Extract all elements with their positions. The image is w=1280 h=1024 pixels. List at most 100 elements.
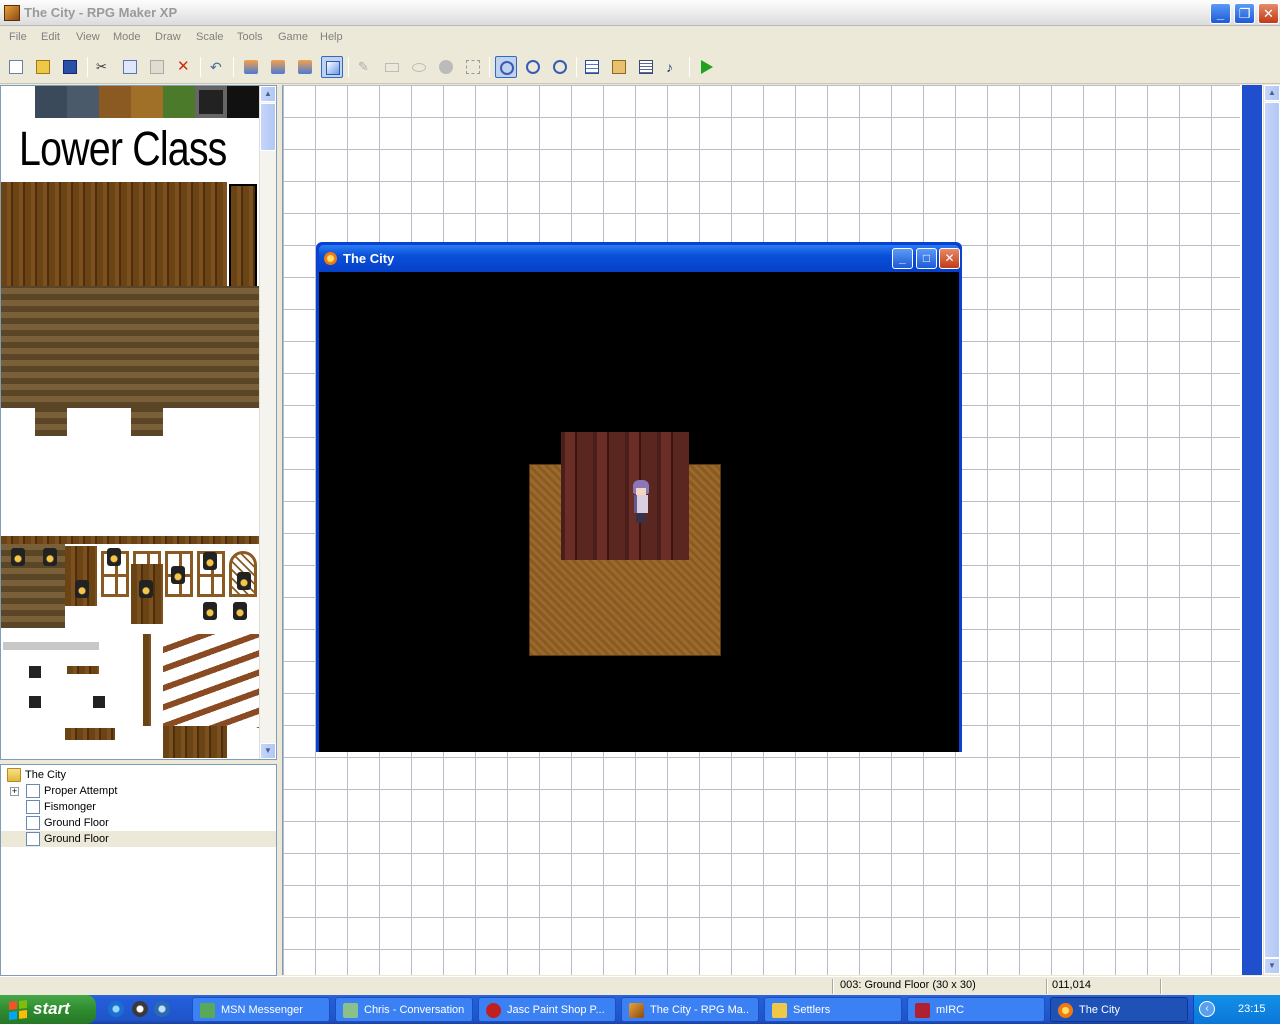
scroll-thumb[interactable] — [1264, 102, 1280, 958]
task-jasc-paint-shop[interactable]: Jasc Paint Shop P... — [478, 997, 616, 1022]
database-icon[interactable] — [581, 56, 603, 78]
tileset-scrollbar[interactable]: ▲ ▼ — [259, 86, 276, 759]
task-rpg-maker[interactable]: The City - RPG Ma... — [621, 997, 759, 1022]
autotile-strip[interactable] — [35, 86, 259, 118]
task-settlers[interactable]: Settlers — [764, 997, 902, 1022]
menu-view[interactable]: View — [76, 31, 100, 43]
autotile[interactable] — [131, 86, 163, 118]
beam-frame-tile[interactable] — [163, 634, 259, 728]
tree-item-map[interactable]: + Proper Attempt — [1, 783, 276, 799]
events-icon[interactable] — [321, 56, 343, 78]
msn-icon — [200, 1003, 215, 1018]
tree-item-map-selected[interactable]: Ground Floor — [1, 831, 276, 847]
autotile[interactable] — [99, 86, 131, 118]
tileset-panel[interactable]: Lower Class ▲ ▼ — [0, 85, 277, 760]
zoom-2x-icon[interactable] — [522, 56, 544, 78]
minimize-button[interactable]: _ — [1210, 3, 1231, 24]
task-msn-messenger[interactable]: MSN Messenger — [192, 997, 330, 1022]
menu-scale[interactable]: Scale — [196, 31, 224, 43]
status-divider — [1160, 979, 1162, 994]
map-scrollbar-area[interactable]: ▲ ▼ — [1240, 85, 1280, 975]
materialbase-icon[interactable] — [608, 56, 630, 78]
new-icon[interactable] — [5, 56, 27, 78]
menu-mode[interactable]: Mode — [113, 31, 141, 43]
scroll-down-button[interactable]: ▼ — [260, 743, 276, 759]
delete-icon[interactable]: ✕ — [173, 56, 195, 78]
beam-tile[interactable] — [65, 728, 115, 740]
media-player-icon[interactable] — [132, 1001, 148, 1017]
autotile[interactable] — [163, 86, 195, 118]
autotile[interactable] — [67, 86, 99, 118]
script-editor-icon[interactable] — [635, 56, 657, 78]
pencil-icon[interactable]: ✎ — [354, 56, 376, 78]
expand-icon[interactable]: + — [10, 787, 19, 796]
quick-launch-icon[interactable] — [154, 1001, 170, 1017]
save-icon[interactable] — [59, 56, 81, 78]
stone-wall-tiles[interactable] — [1, 286, 259, 408]
beam-tile[interactable] — [131, 536, 259, 544]
maximize-button[interactable]: ❐ — [1234, 3, 1255, 24]
layer2-icon[interactable] — [267, 56, 289, 78]
beam-tile[interactable] — [1, 536, 131, 544]
lamp-icon — [203, 552, 217, 570]
autotile[interactable] — [35, 86, 67, 118]
internet-explorer-icon[interactable] — [108, 1001, 124, 1017]
menu-game[interactable]: Game — [278, 31, 308, 43]
menu-help[interactable]: Help — [320, 31, 343, 43]
wood-wall-tiles[interactable] — [1, 182, 227, 296]
layer3-icon[interactable] — [294, 56, 316, 78]
menu-tools[interactable]: Tools — [237, 31, 263, 43]
tree-root[interactable]: The City — [1, 767, 276, 783]
ledge-tile[interactable] — [3, 642, 99, 650]
hole-tile[interactable] — [29, 666, 41, 678]
task-the-city[interactable]: The City — [1050, 997, 1188, 1022]
scroll-down-button[interactable]: ▼ — [1264, 958, 1280, 974]
autotile[interactable] — [227, 86, 259, 118]
task-label: The City — [1079, 1004, 1120, 1016]
playtest-window[interactable]: The City _ □ ✕ — [316, 242, 962, 752]
autotile[interactable] — [195, 86, 227, 118]
map-icon — [26, 832, 40, 846]
hole-tile[interactable] — [29, 696, 41, 708]
ellipse-icon[interactable] — [408, 56, 430, 78]
undo-icon[interactable]: ↶ — [206, 56, 228, 78]
post-tile[interactable] — [143, 634, 151, 726]
playtest-icon[interactable] — [695, 56, 717, 78]
open-icon[interactable] — [32, 56, 54, 78]
rectangle-icon[interactable] — [381, 56, 403, 78]
tree-item-map[interactable]: Ground Floor — [1, 815, 276, 831]
menu-file[interactable]: File — [9, 31, 27, 43]
minimize-button[interactable]: _ — [892, 248, 913, 269]
tree-item-map[interactable]: Fismonger — [1, 799, 276, 815]
stone-tile[interactable] — [131, 408, 163, 436]
task-mirc[interactable]: mIRC — [907, 997, 1045, 1022]
hole-tile[interactable] — [93, 696, 105, 708]
menu-edit[interactable]: Edit — [41, 31, 60, 43]
layer1-icon[interactable] — [240, 56, 262, 78]
zoom-1x-icon[interactable] — [495, 56, 517, 78]
sound-test-icon[interactable]: ♪ — [662, 56, 684, 78]
playtest-title-bar[interactable]: The City _ □ ✕ — [319, 245, 960, 272]
task-chris-conversation[interactable]: Chris - Conversation — [335, 997, 473, 1022]
select-icon[interactable] — [462, 56, 484, 78]
close-button[interactable]: ✕ — [1258, 3, 1279, 24]
copy-icon[interactable] — [119, 56, 141, 78]
cut-icon[interactable]: ✂ — [92, 56, 114, 78]
maximize-button[interactable]: □ — [916, 248, 937, 269]
tray-expand-icon[interactable]: ‹ — [1199, 1001, 1215, 1017]
beam-tile[interactable] — [67, 666, 99, 674]
scroll-up-button[interactable]: ▲ — [260, 86, 276, 102]
zoom-4x-icon[interactable] — [549, 56, 571, 78]
fill-icon[interactable] — [435, 56, 457, 78]
scroll-thumb[interactable] — [260, 103, 276, 151]
start-button[interactable]: start — [0, 995, 96, 1024]
scroll-up-button[interactable]: ▲ — [1264, 85, 1280, 101]
floor-tile[interactable] — [163, 726, 227, 758]
map-scrollbar[interactable]: ▲ ▼ — [1263, 85, 1280, 975]
paste-icon[interactable] — [146, 56, 168, 78]
stone-tile[interactable] — [35, 408, 67, 436]
menu-draw[interactable]: Draw — [155, 31, 181, 43]
close-button[interactable]: ✕ — [939, 248, 960, 269]
game-screen[interactable] — [319, 272, 959, 752]
toolbar-separator — [200, 57, 201, 77]
